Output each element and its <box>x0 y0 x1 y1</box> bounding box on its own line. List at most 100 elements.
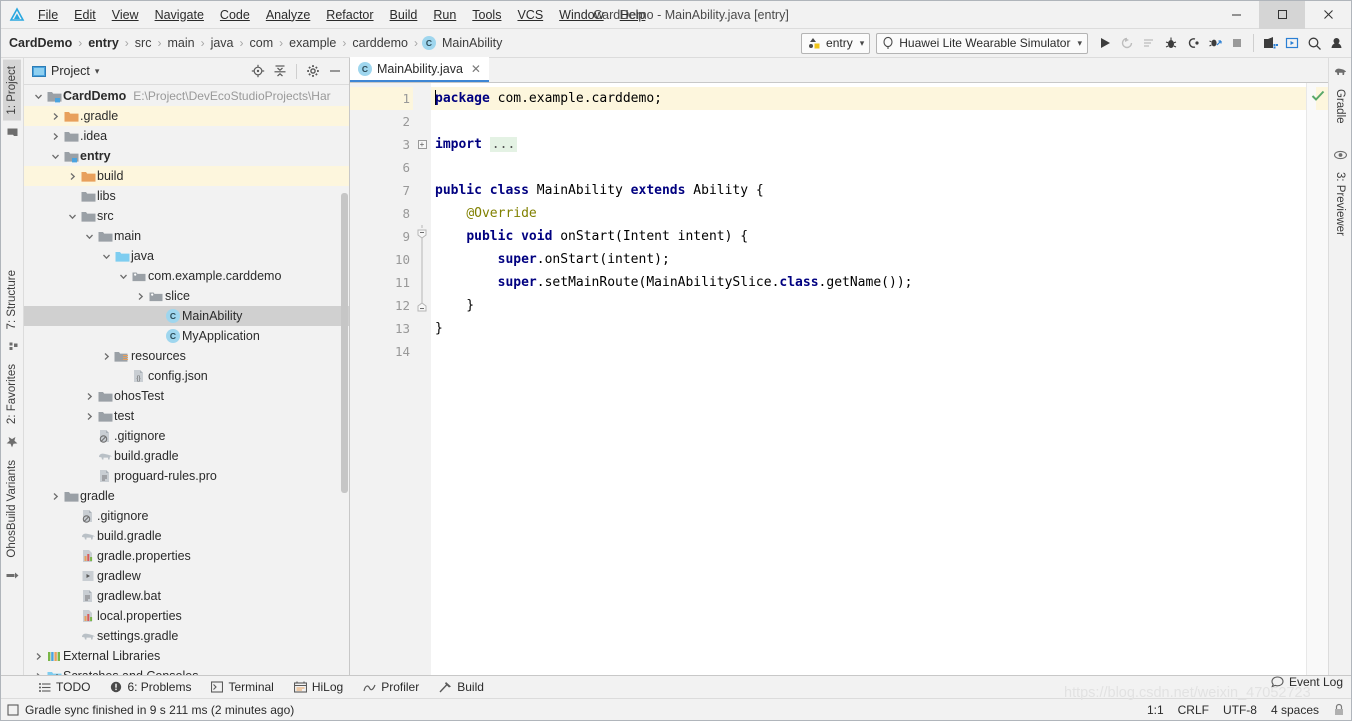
line-number[interactable]: 6 <box>350 156 413 179</box>
debug-button[interactable] <box>1160 32 1182 54</box>
run-with-coverage-button[interactable] <box>1138 32 1160 54</box>
menu-tools[interactable]: Tools <box>464 4 509 26</box>
tree-node-external-libraries[interactable]: External Libraries <box>24 646 349 666</box>
breadcrumb-src[interactable]: src <box>133 36 154 50</box>
menu-view[interactable]: View <box>104 4 147 26</box>
line-number[interactable]: 13 <box>350 317 413 340</box>
tree-node-build[interactable]: build <box>24 166 349 186</box>
line-number-gutter[interactable]: 1 2 3 6 7 8 9 10 11 12 13 14 <box>350 83 428 675</box>
tree-node-scratches-and-consoles[interactable]: Scratches and Consoles <box>24 666 349 675</box>
line-number[interactable]: 10 <box>350 248 413 271</box>
code-line[interactable]: super.setMainRoute(MainAbilitySlice.clas… <box>431 271 1306 294</box>
lock-icon[interactable] <box>1333 703 1345 716</box>
tree-node-settings-gradle[interactable]: settings.gradle <box>24 626 349 646</box>
tree-node-gradle[interactable]: .gradle <box>24 106 349 126</box>
chevron-right-icon[interactable] <box>66 172 79 181</box>
stop-button[interactable] <box>1226 32 1248 54</box>
breadcrumb-carddemo-pkg[interactable]: carddemo <box>350 36 410 50</box>
menu-file[interactable]: File <box>30 4 66 26</box>
menu-analyze[interactable]: Analyze <box>258 4 318 26</box>
tree-node-resources[interactable]: resources <box>24 346 349 366</box>
tree-node-test[interactable]: test <box>24 406 349 426</box>
inspection-ok-icon[interactable] <box>1311 89 1325 103</box>
collapse-all-icon[interactable] <box>270 61 290 81</box>
event-log-button[interactable]: Event Log <box>1271 675 1343 689</box>
project-tree[interactable]: CardDemo E:\Project\DevEcoStudioProjects\… <box>24 85 349 675</box>
account-icon[interactable] <box>1325 32 1347 54</box>
tree-node-main[interactable]: main <box>24 226 349 246</box>
code-line[interactable]: package com.example.carddemo; <box>431 87 1306 110</box>
inspection-marker-panel[interactable] <box>1306 83 1328 675</box>
tree-node-local-properties[interactable]: local.properties <box>24 606 349 626</box>
menu-navigate[interactable]: Navigate <box>147 4 212 26</box>
code-text-area[interactable]: package com.example.carddemo; import ...… <box>431 83 1306 675</box>
breadcrumb-java[interactable]: java <box>209 36 236 50</box>
line-number[interactable]: 3 <box>350 133 413 156</box>
tree-node-java[interactable]: java <box>24 246 349 266</box>
line-number[interactable]: 9 <box>350 225 428 248</box>
tree-node-libs[interactable]: libs <box>24 186 349 206</box>
chevron-right-icon[interactable] <box>83 412 96 421</box>
caret-position[interactable]: 1:1 <box>1147 703 1164 717</box>
fold-collapse-top-icon[interactable] <box>413 225 431 248</box>
fold-collapse-bottom-icon[interactable] <box>413 294 431 317</box>
sidebar-item-ohosbuild-variants[interactable]: OhosBuild Variants <box>3 454 21 564</box>
menu-refactor[interactable]: Refactor <box>318 4 381 26</box>
minimize-button[interactable] <box>1213 1 1259 29</box>
menu-edit[interactable]: Edit <box>66 4 104 26</box>
gear-icon[interactable] <box>303 61 323 81</box>
line-number[interactable]: 7 <box>350 179 413 202</box>
breadcrumb-entry[interactable]: entry <box>86 36 121 50</box>
tree-node-idea[interactable]: .idea <box>24 126 349 146</box>
code-line[interactable] <box>431 340 1306 363</box>
menu-code[interactable]: Code <box>212 4 258 26</box>
sidebar-item-gradle[interactable]: Gradle <box>1331 83 1349 130</box>
chevron-right-icon[interactable] <box>83 392 96 401</box>
sidebar-item-structure[interactable]: 7: Structure <box>3 264 21 335</box>
chevron-right-icon[interactable] <box>49 132 62 141</box>
device-manager-button[interactable] <box>1259 32 1281 54</box>
line-separator[interactable]: CRLF <box>1178 703 1209 717</box>
chevron-down-icon[interactable] <box>117 272 130 281</box>
fold-gutter[interactable]: + <box>413 83 431 675</box>
tree-node-gradle-properties[interactable]: gradle.properties <box>24 546 349 566</box>
bottom-tab-profiler[interactable]: Profiler <box>353 676 429 698</box>
bottom-tab-hilog[interactable]: HiLog <box>284 676 353 698</box>
maximize-button[interactable] <box>1259 0 1305 29</box>
chevron-down-icon[interactable] <box>83 232 96 241</box>
code-line[interactable]: @Override <box>431 202 1306 225</box>
menu-vcs[interactable]: VCS <box>509 4 551 26</box>
sidebar-item-previewer[interactable]: 3: Previewer <box>1331 166 1349 242</box>
tree-node-build-gradle[interactable]: build.gradle <box>24 446 349 466</box>
tree-node-gradlew-bat[interactable]: gradlew.bat <box>24 586 349 606</box>
chevron-right-icon[interactable] <box>49 492 62 501</box>
code-line[interactable] <box>431 156 1306 179</box>
line-number[interactable]: 12 <box>350 294 413 317</box>
breadcrumb-com[interactable]: com <box>248 36 276 50</box>
sdk-manager-button[interactable] <box>1281 32 1303 54</box>
chevron-right-icon[interactable] <box>134 292 147 301</box>
code-line[interactable]: } <box>431 294 1306 317</box>
project-tree-scrollbar[interactable] <box>341 193 348 493</box>
tree-node-carddemo[interactable]: CardDemo E:\Project\DevEcoStudioProjects\… <box>24 86 349 106</box>
fold-expand-icon[interactable]: + <box>413 133 431 156</box>
line-number[interactable]: 14 <box>350 340 413 363</box>
rerun-button[interactable] <box>1116 32 1138 54</box>
line-number[interactable]: 8 <box>350 202 413 225</box>
tree-node-config-json[interactable]: {} config.json <box>24 366 349 386</box>
chevron-right-icon[interactable] <box>49 112 62 121</box>
menu-build[interactable]: Build <box>382 4 426 26</box>
bottom-tab-todo[interactable]: TODO <box>29 676 100 698</box>
close-button[interactable] <box>1305 1 1351 29</box>
tree-node-build-gradle[interactable]: build.gradle <box>24 526 349 546</box>
bottom-tab-problems[interactable]: 6: Problems <box>100 676 201 698</box>
code-line[interactable]: public void onStart(Intent intent) { <box>431 225 1306 248</box>
run-button[interactable] <box>1094 32 1116 54</box>
editor-tab-mainability[interactable]: C MainAbility.java ✕ <box>350 57 489 82</box>
tree-node-gradle[interactable]: gradle <box>24 486 349 506</box>
search-everywhere-icon[interactable] <box>1303 32 1325 54</box>
line-number[interactable]: 2 <box>350 110 413 133</box>
code-line[interactable] <box>431 110 1306 133</box>
sidebar-item-favorites[interactable]: 2: Favorites <box>3 358 21 430</box>
chevron-down-icon[interactable] <box>100 252 113 261</box>
